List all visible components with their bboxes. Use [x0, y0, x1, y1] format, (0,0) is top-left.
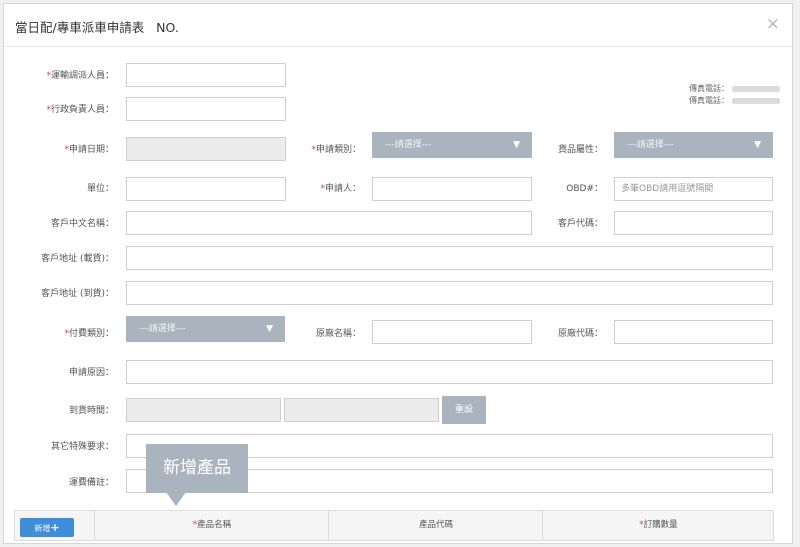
- tooltip-tail: [166, 492, 186, 506]
- goods-attr-label: 貨品屬性：: [557, 145, 603, 155]
- dialog-title: 當日配/專車派車申請表 NO.: [15, 20, 179, 35]
- obd-label: OBD#：: [566, 184, 603, 194]
- pay-type-label: *付費類別：: [64, 329, 114, 339]
- admin-owner-label: *行政負責人員：: [46, 105, 114, 115]
- factory-code-label: 原廠代碼：: [557, 329, 603, 339]
- unit-label: 單位：: [86, 184, 114, 194]
- product-table-header: *產品名稱 產品代碼 *訂購數量: [14, 510, 774, 541]
- dispatch-dialog: 當日配/專車派車申請表 NO. ×: [3, 3, 793, 544]
- reset-button[interactable]: 重設: [442, 396, 486, 424]
- plus-icon: +: [50, 521, 60, 534]
- arrival-hour-input[interactable]: [284, 398, 439, 422]
- filter-icon: ▼: [266, 324, 273, 334]
- addr-delivery-label: 客戶地址 (到貨)：: [41, 289, 114, 299]
- dispatcher-input[interactable]: [126, 63, 286, 87]
- dispatcher-label: *運輸調派人員：: [46, 71, 114, 81]
- column-order-qty: *訂購數量: [542, 511, 774, 540]
- special-label: 其它特殊要求：: [50, 442, 114, 452]
- apply-date-label: *申請日期：: [64, 145, 114, 155]
- factory-name-input[interactable]: [372, 320, 532, 344]
- admin-owner-input[interactable]: [126, 97, 286, 121]
- column-product-name: *產品名稱: [94, 511, 329, 540]
- addr-pickup-label: 客戶地址 (載貨)：: [41, 254, 114, 264]
- reason-label: 申請原因：: [68, 368, 114, 378]
- column-product-code: 產品代碼: [328, 511, 543, 540]
- applicant-label: *申請人：: [320, 184, 361, 194]
- tel-phone: 傳真電話：: [689, 95, 780, 106]
- customer-name-input[interactable]: [126, 211, 532, 235]
- unit-input[interactable]: [126, 177, 286, 201]
- reason-input[interactable]: [126, 360, 773, 384]
- applicant-input[interactable]: [372, 177, 532, 201]
- add-product-button[interactable]: 新增+: [20, 518, 74, 537]
- apply-type-label: *申請類別：: [311, 145, 361, 155]
- filter-icon: ▼: [513, 140, 520, 150]
- apply-type-select[interactable]: ---請選擇--- ▼: [372, 132, 532, 158]
- pay-type-select[interactable]: ---請選擇--- ▼: [126, 316, 285, 342]
- fax-phone: 傳真電話：: [689, 83, 780, 94]
- customer-code-input[interactable]: [614, 211, 773, 235]
- close-icon[interactable]: ×: [766, 14, 780, 34]
- obd-input[interactable]: [614, 177, 773, 201]
- add-product-tooltip: 新增產品: [146, 444, 248, 493]
- goods-attr-select[interactable]: ---請選擇--- ▼: [614, 132, 773, 158]
- arrival-date-input[interactable]: [126, 398, 281, 422]
- customer-name-label: 客戶中文名稱：: [50, 219, 114, 229]
- arrival-time-label: 到貨時間：: [68, 406, 114, 416]
- addr-pickup-input[interactable]: [126, 246, 773, 270]
- dialog-header: 當日配/專車派車申請表 NO. ×: [4, 4, 792, 47]
- addr-delivery-input[interactable]: [126, 281, 773, 305]
- factory-code-input[interactable]: [614, 320, 773, 344]
- freight-note-label: 運費備註：: [68, 478, 114, 488]
- customer-code-label: 客戶代碼：: [557, 219, 603, 229]
- filter-icon: ▼: [754, 140, 761, 150]
- apply-date-input[interactable]: [126, 137, 286, 161]
- factory-name-label: 原廠名稱：: [315, 329, 361, 339]
